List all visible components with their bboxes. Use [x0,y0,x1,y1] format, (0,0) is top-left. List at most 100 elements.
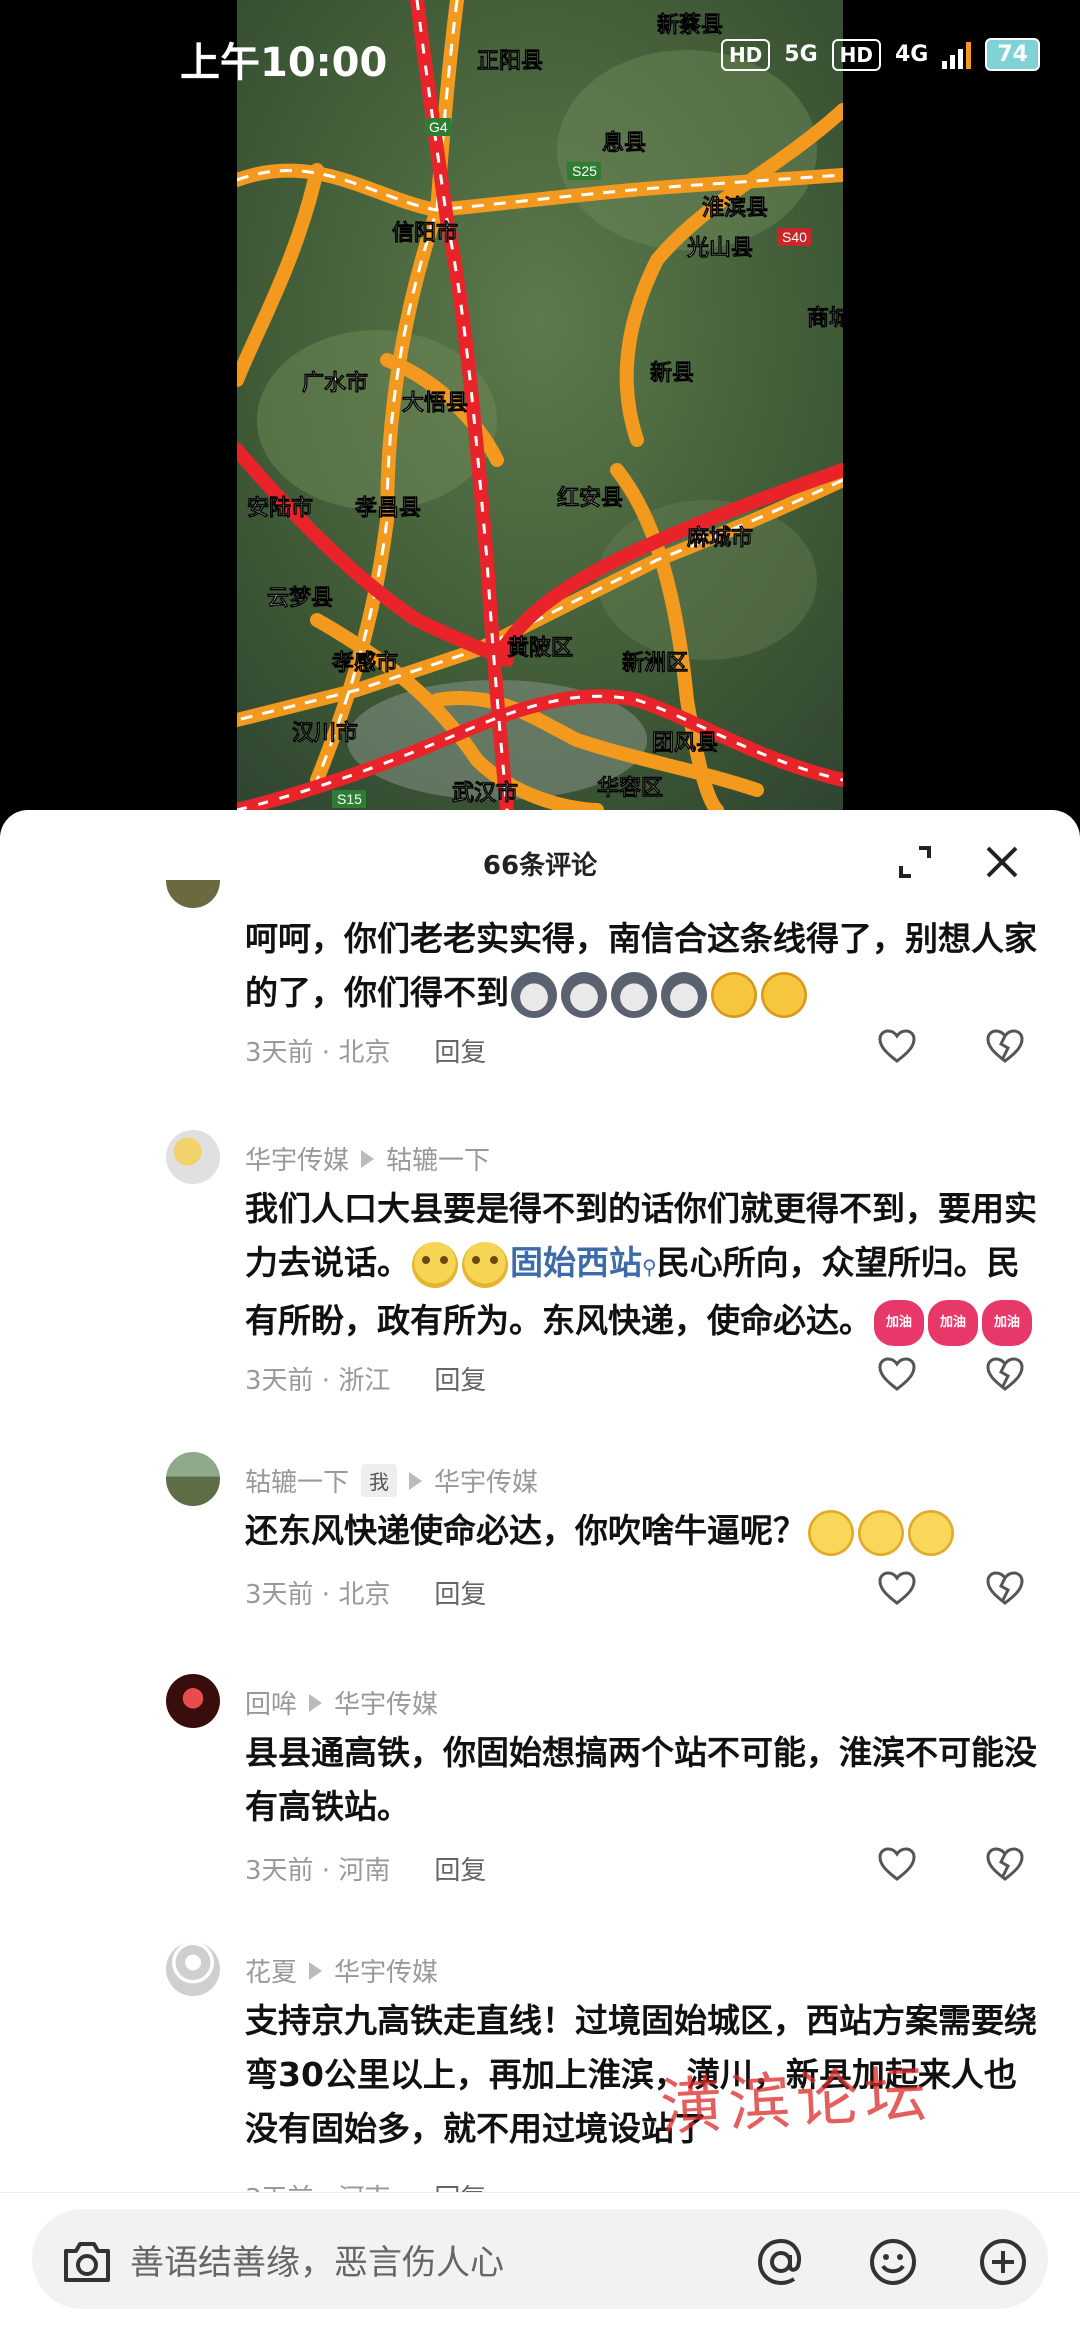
svg-text:S40: S40 [782,229,807,245]
reply-to-username[interactable]: 华宇传媒 [334,1952,438,1989]
comment-time: 3天前 · 河南 [245,1856,391,1886]
comment-time: 3天前 · 北京 [245,1038,391,1068]
comment-meta: 3天前 · 浙江 回复 [245,1360,486,1397]
dislike-heart-icon[interactable] [985,1846,1025,1882]
expand-icon[interactable] [895,842,935,882]
comment-text: 还东风快递使命必达，你吹啥牛逼呢？ [245,1504,1045,1558]
map-image: 新蔡县 息县 正阳县 信阳市 光山县 淮滨县 广水市 大悟县 新县 商城 红安县… [237,0,843,810]
reply-to-username[interactable]: 华宇传媒 [434,1462,538,1499]
hd-icon-2: HD [831,38,881,71]
map-label: 武汉市 [452,780,518,805]
network-4g-label: 4G [895,42,929,67]
dislike-heart-icon[interactable] [985,1356,1025,1392]
reply-button[interactable]: 回复 [434,1360,486,1397]
husky-emoji [611,971,657,1018]
map-label: 安陆市 [247,495,313,520]
flushed-emoji [412,1241,458,1288]
map-label: 华容区 [597,775,663,800]
avatar[interactable] [166,1130,220,1184]
map-label: 汉川市 [292,720,358,745]
husky-emoji [511,971,557,1018]
like-heart-icon[interactable] [877,1356,917,1392]
reply-button[interactable]: 回复 [434,1574,486,1611]
battery-icon: 74 [985,38,1040,71]
kiss-emoji [808,1509,854,1556]
like-heart-icon[interactable] [877,1570,917,1606]
comment-header: 轱辘一下 我 华宇传媒 [245,1462,538,1499]
map-label: 麻城市 [686,525,753,550]
add-icon[interactable] [974,2233,1032,2291]
avatar[interactable] [166,880,220,908]
svg-text:S15: S15 [337,791,362,807]
comment-header: 华宇传媒 轱辘一下 [245,1140,490,1177]
kiss-emoji [858,1509,904,1556]
status-icons: HD 5G HD 4G 74 [720,38,1040,71]
husky-emoji [561,971,607,1018]
svg-text:S25: S25 [572,163,597,179]
map-label: 广水市 [302,370,368,395]
map-label: 孝昌县 [354,495,421,520]
jiayou-emoji: 加油 [928,1299,978,1346]
comment-username[interactable]: 回哞 [245,1684,297,1721]
reply-to-username[interactable]: 轱辘一下 [386,1140,490,1177]
avatar[interactable] [166,1452,220,1506]
status-time: 上午10:00 [180,40,388,86]
reply-to-username[interactable]: 华宇传媒 [334,1684,438,1721]
reply-arrow-icon [361,1149,375,1168]
jiayou-emoji: 加油 [982,1299,1032,1346]
emoji-icon[interactable] [864,2233,922,2291]
reply-arrow-icon [309,1961,323,1980]
dislike-heart-icon[interactable] [985,1028,1025,1064]
comment-username[interactable]: 轱辘一下 [245,1462,349,1499]
kiss-emoji [908,1509,954,1556]
comment-header: 回哞 华宇传媒 [245,1684,438,1721]
map-label: 新洲区 [622,650,688,675]
laugh-emoji [711,971,757,1018]
comment-text: 县县通高铁，你固始想搞两个站不可能，淮滨不可能没有高铁站。 [245,1733,1037,1826]
me-badge: 我 [361,1464,398,1497]
map-video[interactable]: 新蔡县 息县 正阳县 信阳市 光山县 淮滨县 广水市 大悟县 新县 商城 红安县… [237,0,843,810]
svg-text:G4: G4 [429,119,448,135]
comment-username[interactable]: 华宇传媒 [245,1140,349,1177]
hashtag-link[interactable]: 固始西站 [510,1243,642,1282]
reply-button[interactable]: 回复 [434,1032,486,1069]
avatar[interactable] [166,1674,220,1728]
comment-input-bar: 善语结善缘，恶言伤人心 [0,2192,1080,2341]
map-label: 黄陂区 [507,635,573,660]
mention-icon[interactable] [752,2233,810,2291]
map-label: 光山县 [686,235,753,260]
comment-meta: 3天前 · 北京 回复 [245,1574,486,1611]
like-heart-icon[interactable] [877,1028,917,1064]
like-heart-icon[interactable] [877,1846,917,1882]
reply-arrow-icon [409,1471,423,1490]
map-label: 信阳市 [392,220,458,245]
map-label: 孝感市 [331,650,398,675]
map-label: 红安县 [557,485,623,510]
map-label: 云梦县 [267,585,333,610]
comment-meta: 3天前 · 河南 回复 [245,1850,486,1887]
comment-header: 花夏 华宇传媒 [245,1952,438,1989]
reply-button[interactable]: 回复 [434,1850,486,1887]
status-bar: 上午10:00 HD 5G HD 4G 74 [0,0,1080,110]
dislike-heart-icon[interactable] [985,1570,1025,1606]
map-label: 大悟县 [402,390,468,415]
map-label: 团风县 [652,730,718,755]
hd-icon: HD [720,38,771,71]
signal-icon [942,41,972,69]
comment-time: 3天前 · 浙江 [245,1366,391,1396]
watermark-logo: 潢滨论坛 [658,2056,935,2145]
laugh-emoji [761,971,807,1018]
reply-arrow-icon [309,1693,323,1712]
comment-username[interactable]: 花夏 [245,1952,297,1989]
map-label: 商城 [807,305,843,330]
close-icon[interactable] [982,842,1022,882]
search-icon: ⚲ [642,1255,657,1279]
avatar[interactable] [166,1942,220,1996]
comment-text: 呵呵，你们老老实实得，南信合这条线得了，别想人家的了，你们得不到 [245,912,1045,1020]
map-label: 息县 [602,130,646,155]
camera-icon[interactable] [58,2233,116,2291]
comment-meta: 3天前 · 北京 回复 [245,1032,486,1069]
network-5g-label: 5G [784,42,818,67]
input-placeholder[interactable]: 善语结善缘，恶言伤人心 [130,2235,504,2284]
jiayou-emoji: 加油 [874,1299,924,1346]
